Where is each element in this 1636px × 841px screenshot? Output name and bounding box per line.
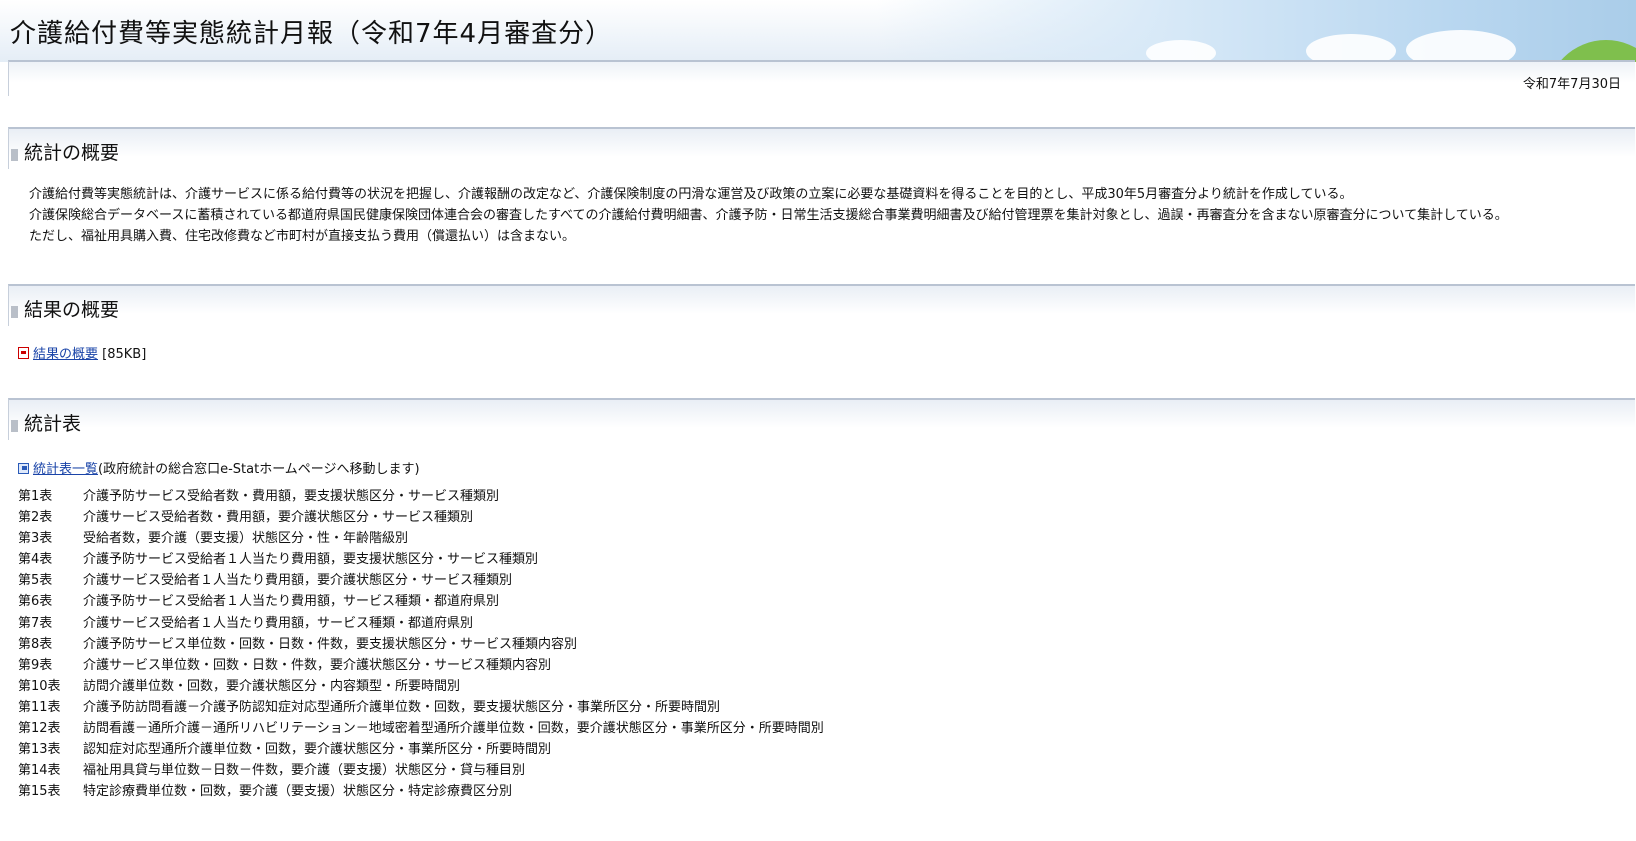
table-number: 第13表	[18, 742, 61, 758]
pdf-icon	[18, 347, 29, 359]
table-number: 第5表	[18, 573, 53, 589]
table-title: 介護予防サービス受給者数・費用額，要支援状態区分・サービス種類別	[83, 489, 500, 504]
cloud-decoration	[1146, 40, 1216, 62]
results-summary-link[interactable]: 結果の概要	[33, 347, 98, 362]
list-item: 第3表 受給者数，要介護（要支援）状態区分・性・年齢階級別	[18, 531, 824, 552]
section-marker-icon	[11, 306, 18, 318]
list-item: 第1表 介護予防サービス受給者数・費用額，要支援状態区分・サービス種類別	[18, 489, 824, 510]
overview-paragraph-3: ただし、福祉用具購入費、住宅改修費など市町村が直接支払う費用（償還払い）は含まな…	[29, 229, 576, 244]
table-number: 第7表	[18, 615, 53, 631]
overview-paragraph-1: 介護給付費等実態統計は、介護サービスに係る給付費等の状況を把握し、介護報酬の改定…	[29, 187, 1353, 202]
cloud-decoration	[1306, 34, 1396, 62]
table-title: 介護予防サービス受給者１人当たり費用額，サービス種類・都道府県別	[83, 594, 500, 610]
table-number: 第6表	[18, 594, 53, 610]
table-number: 第15表	[18, 784, 61, 800]
table-title: 介護サービス受給者１人当たり費用額，要介護状態区分・サービス種類別	[83, 573, 513, 589]
list-item: 第9表 介護サービス単位数・回数・日数・件数，要介護状態区分・サービス種類内容別	[18, 658, 824, 679]
page-title: 介護給付費等実態統計月報（令和7年4月審査分）	[10, 19, 613, 49]
list-item: 第13表 認知症対応型通所介護単位数・回数，要介護状態区分・事業所区分・所要時間別	[18, 742, 824, 763]
table-title: 特定診療費単位数・回数，要介護（要支援）状態区分・特定診療費区分別	[83, 784, 513, 800]
results-file-size: [85KB]	[102, 347, 147, 362]
section-title-tables: 統計表	[24, 413, 82, 435]
table-title: 福祉用具貸与単位数－日数－件数，要介護（要支援）状態区分・貸与種目別	[83, 763, 526, 779]
statistics-table-list: 第1表 介護予防サービス受給者数・費用額，要支援状態区分・サービス種類別 第2表介…	[18, 489, 824, 805]
section-header-results: 結果の概要	[8, 284, 1635, 326]
table-number: 第2表	[18, 510, 53, 526]
estat-link-row: 統計表一覧(政府統計の総合窓口e-Statホームページへ移動します)	[18, 458, 420, 477]
sky-background	[876, 0, 1636, 62]
table-number: 第1表	[18, 489, 53, 504]
results-link-row: 結果の概要 [85KB]	[18, 343, 146, 362]
table-title: 訪問看護－通所介護－通所リハビリテーション－地域密着型通所介護単位数・回数，要介…	[83, 721, 824, 737]
table-number: 第3表	[18, 531, 53, 547]
list-item: 第6表 介護予防サービス受給者１人当たり費用額，サービス種類・都道府県別	[18, 594, 824, 615]
cloud-decoration	[1406, 30, 1516, 62]
list-item: 第2表 介護サービス受給者数・費用額，要介護状態区分・サービス種類別	[18, 510, 824, 531]
publication-date: 令和7年7月30日	[1522, 77, 1621, 92]
table-number: 第14表	[18, 763, 61, 779]
list-item: 第8表 介護予防サービス単位数・回数・日数・件数，要支援状態区分・サービス種類内容…	[18, 637, 824, 658]
table-title: 介護予防サービス受給者１人当たり費用額，要支援状態区分・サービス種類別	[83, 552, 539, 568]
header-banner: 介護給付費等実態統計月報（令和7年4月審査分）	[0, 0, 1636, 62]
external-link-icon	[18, 463, 29, 474]
list-item: 第10表 訪問介護単位数・回数，要介護状態区分・内容類型・所要時間別	[18, 679, 824, 700]
section-marker-icon	[11, 420, 18, 432]
list-item: 第11表 介護予防訪問看護－介護予防認知症対応型通所介護単位数・回数，要支援状態区…	[18, 700, 824, 721]
section-header-tables: 統計表	[8, 398, 1635, 440]
table-title: 介護サービス単位数・回数・日数・件数，要介護状態区分・サービス種類内容別	[83, 657, 552, 673]
table-number: 第12表	[18, 721, 61, 737]
table-title: 訪問介護単位数・回数，要介護状態区分・内容類型・所要時間別	[83, 678, 461, 694]
table-number: 第9表	[18, 657, 53, 673]
section-header-overview: 統計の概要	[8, 127, 1635, 169]
estat-note: (政府統計の総合窓口e-Statホームページへ移動します)	[98, 462, 420, 477]
table-number: 第4表	[18, 552, 53, 568]
section-title-results: 結果の概要	[24, 299, 120, 321]
overview-paragraph-2: 介護保険総合データベースに蓄積されている都道府県国民健康保険団体連合会の審査した…	[29, 208, 1508, 223]
table-title: 介護サービス受給者数・費用額，要介護状態区分・サービス種類別	[83, 510, 474, 526]
list-item: 第7表 介護サービス受給者１人当たり費用額，サービス種類・都道府県別	[18, 616, 824, 637]
list-item: 第5表 介護サービス受給者１人当たり費用額，要介護状態区分・サービス種類別	[18, 573, 824, 594]
estat-table-list-link[interactable]: 統計表一覧	[33, 462, 98, 477]
table-number: 第8表	[18, 636, 53, 652]
date-box: 令和7年7月30日	[8, 60, 1635, 96]
table-title: 介護サービス受給者１人当たり費用額，サービス種類・都道府県別	[83, 615, 474, 631]
table-title: 受給者数，要介護（要支援）状態区分・性・年齢階級別	[83, 531, 409, 547]
table-number: 第10表	[18, 678, 61, 694]
table-number: 第11表	[18, 699, 61, 715]
section-marker-icon	[11, 149, 18, 161]
list-item: 第15表 特定診療費単位数・回数，要介護（要支援）状態区分・特定診療費区分別	[18, 784, 824, 805]
section-title-overview: 統計の概要	[24, 142, 120, 164]
table-title: 介護予防サービス単位数・回数・日数・件数，要支援状態区分・サービス種類内容別	[83, 636, 578, 652]
list-item: 第4表 介護予防サービス受給者１人当たり費用額，要支援状態区分・サービス種類別	[18, 552, 824, 573]
list-item: 第12表 訪問看護－通所介護－通所リハビリテーション－地域密着型通所介護単位数・回…	[18, 721, 824, 742]
table-title: 認知症対応型通所介護単位数・回数，要介護状態区分・事業所区分・所要時間別	[83, 742, 552, 758]
list-item: 第14表 福祉用具貸与単位数－日数－件数，要介護（要支援）状態区分・貸与種目別	[18, 763, 824, 784]
table-title: 介護予防訪問看護－介護予防認知症対応型通所介護単位数・回数，要支援状態区分・事業…	[83, 699, 721, 715]
